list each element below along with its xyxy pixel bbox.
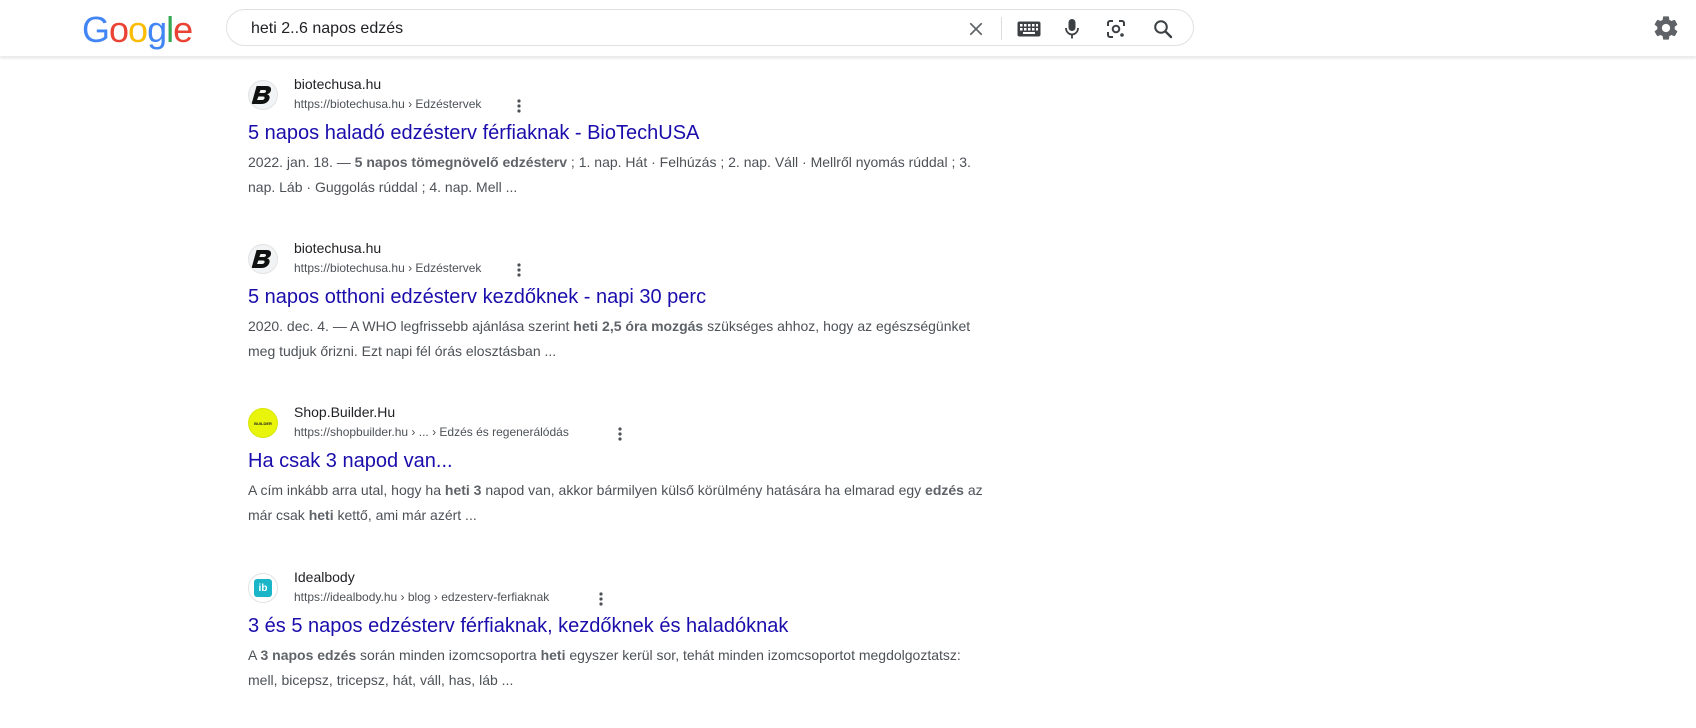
logo-letter: g — [147, 9, 167, 50]
snippet-text: A cím inkább arra utal, hogy ha — [248, 482, 445, 498]
result-site-name[interactable]: Idealbody — [294, 569, 355, 585]
more-options-icon[interactable] — [512, 97, 526, 115]
top-bar: Google — [0, 0, 1696, 57]
idealbody-logo: ib — [254, 579, 272, 597]
result-url[interactable]: https://idealbody.hu › blog › edzesterv-… — [294, 590, 549, 604]
snippet-highlight: heti — [308, 507, 334, 523]
snippet-text: 2022. jan. 18. — — [248, 154, 355, 170]
snippet-text: napod van, akkor bármilyen külső körülmé… — [481, 482, 926, 498]
microphone-icon[interactable] — [1061, 18, 1083, 40]
result-url[interactable]: https://biotechusa.hu › Edzéstervek — [294, 97, 481, 111]
close-icon[interactable] — [965, 18, 987, 40]
logo-letter: e — [173, 9, 193, 50]
search-box[interactable] — [226, 9, 1194, 46]
result-snippet: A 3 napos edzés során minden izomcsoport… — [248, 643, 988, 693]
result-title-link[interactable]: 3 és 5 napos edzésterv férfiaknak, kezdő… — [248, 613, 788, 639]
result-snippet: 2022. jan. 18. — 5 napos tömegnövelő edz… — [248, 150, 988, 200]
google-logo[interactable]: Google — [82, 9, 193, 50]
snippet-highlight: heti — [540, 647, 566, 663]
favicon-label: BUILDER — [254, 420, 272, 426]
result-site-name[interactable]: biotechusa.hu — [294, 76, 381, 92]
snippet-text: kettő, ami már azért ... — [333, 507, 477, 523]
snippet-text: 2020. dec. 4. — A WHO legfrissebb ajánlá… — [248, 318, 574, 334]
snippet-highlight: 3 napos edzés — [260, 647, 357, 663]
gear-icon[interactable] — [1652, 14, 1680, 42]
search-icon[interactable] — [1152, 18, 1174, 40]
logo-letter: o — [128, 9, 148, 50]
favicon-label: ib — [258, 582, 268, 594]
search-divider — [1001, 17, 1002, 40]
result-title-link[interactable]: Ha csak 3 napod van... — [248, 448, 453, 474]
more-options-icon[interactable] — [613, 425, 627, 443]
keyboard-icon[interactable] — [1016, 18, 1042, 40]
snippet-highlight: heti 3 — [444, 482, 482, 498]
biotechusa-favicon[interactable] — [248, 244, 278, 274]
snippet-highlight: 5 napos tömegnövelő edzésterv — [354, 154, 568, 170]
shopbuilder-favicon[interactable]: BUILDER — [248, 408, 278, 438]
result-snippet: 2020. dec. 4. — A WHO legfrissebb ajánlá… — [248, 314, 988, 364]
logo-letter: o — [109, 9, 129, 50]
result-title-link[interactable]: 5 napos otthoni edzésterv kezdőknek - na… — [248, 284, 706, 310]
result-site-name[interactable]: biotechusa.hu — [294, 240, 381, 256]
snippet-highlight: edzés — [925, 482, 964, 498]
result-site-name[interactable]: Shop.Builder.Hu — [294, 404, 395, 420]
snippet-text: A — [248, 647, 261, 663]
idealbody-favicon[interactable]: ib — [248, 573, 278, 603]
logo-letter: G — [82, 9, 110, 50]
biotechusa-favicon[interactable] — [248, 80, 278, 110]
snippet-text: során minden izomcsoportra — [356, 647, 541, 663]
result-snippet: A cím inkább arra utal, hogy ha heti 3 n… — [248, 478, 988, 528]
lens-icon[interactable] — [1105, 18, 1127, 40]
result-url[interactable]: https://biotechusa.hu › Edzéstervek — [294, 261, 481, 275]
more-options-icon[interactable] — [594, 590, 608, 608]
snippet-highlight: heti 2,5 óra mozgás — [573, 318, 704, 334]
search-input[interactable] — [249, 18, 953, 40]
more-options-icon[interactable] — [512, 261, 526, 279]
result-url[interactable]: https://shopbuilder.hu › ... › Edzés és … — [294, 425, 569, 439]
result-title-link[interactable]: 5 napos haladó edzésterv férfiaknak - Bi… — [248, 120, 699, 146]
